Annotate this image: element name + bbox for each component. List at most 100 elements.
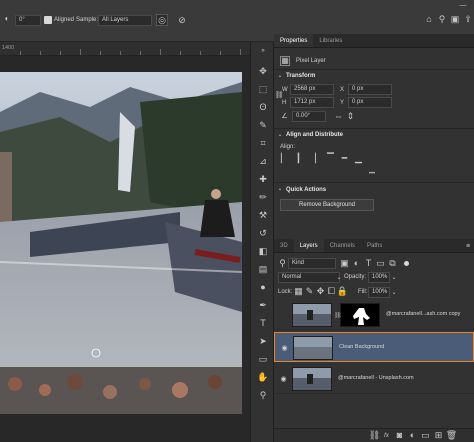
more-options-icon[interactable]: ••• bbox=[366, 171, 378, 177]
fx-icon[interactable]: fx bbox=[382, 431, 391, 440]
zoom-tool-icon[interactable]: ⚲ bbox=[256, 388, 270, 402]
angle-field[interactable]: 0° bbox=[15, 15, 41, 26]
lasso-tool-icon[interactable]: ʘ bbox=[256, 100, 270, 114]
layer-name[interactable]: Clean Background bbox=[339, 344, 384, 350]
tab-3d[interactable]: 3D bbox=[274, 239, 294, 252]
tab-libraries[interactable]: Libraries bbox=[313, 34, 348, 47]
ruler-tick bbox=[120, 51, 121, 55]
sample-select[interactable]: All Layers bbox=[98, 15, 152, 26]
adjustment-icon[interactable]: ◐ bbox=[408, 431, 417, 440]
align-center-h-icon[interactable]: ┃ bbox=[294, 154, 303, 163]
new-layer-icon[interactable]: ⊞ bbox=[434, 431, 443, 440]
home-icon[interactable]: ⌂ bbox=[424, 14, 434, 24]
layer-name[interactable]: @marcrafanell - Unsplash.com bbox=[338, 375, 414, 381]
mask-icon[interactable]: ◙ bbox=[395, 431, 404, 440]
workspace-icon[interactable]: ▣ bbox=[450, 14, 460, 24]
dodge-tool-icon[interactable]: ● bbox=[256, 280, 270, 294]
blend-mode-select[interactable]: Normal bbox=[278, 272, 340, 283]
align-left-icon[interactable]: ▏ bbox=[280, 154, 289, 163]
path-select-tool-icon[interactable]: ➤ bbox=[256, 334, 270, 348]
aligned-checkbox[interactable] bbox=[44, 16, 52, 24]
eraser-tool-icon[interactable]: ◧ bbox=[256, 244, 270, 258]
layer-row[interactable]: ⛓ @marcrafanell...ash.com copy bbox=[274, 300, 474, 330]
chevron-down-icon[interactable]: ⌄ bbox=[335, 272, 343, 283]
lock-position-icon[interactable]: ✥ bbox=[316, 287, 325, 296]
flip-vertical-icon[interactable]: ⇕ bbox=[346, 112, 355, 121]
fill-field[interactable]: 100% bbox=[368, 287, 390, 298]
filter-type-icon[interactable]: T bbox=[364, 259, 373, 268]
minimize-icon[interactable]: — bbox=[458, 1, 468, 9]
width-field[interactable]: 2568 px bbox=[290, 84, 334, 95]
quick-select-tool-icon[interactable]: ✎ bbox=[256, 118, 270, 132]
chevron-down-icon[interactable]: ⌄ bbox=[277, 131, 283, 139]
tab-layers[interactable]: Layers bbox=[293, 239, 324, 252]
lock-image-icon[interactable]: ✎ bbox=[305, 287, 314, 296]
layer-name[interactable]: @marcrafanell...ash.com copy bbox=[386, 311, 460, 317]
angle-icon: ∠ bbox=[281, 113, 288, 120]
flip-horizontal-icon[interactable]: ⇔ bbox=[334, 112, 343, 121]
group-icon[interactable]: ▭ bbox=[421, 431, 430, 440]
gradient-tool-icon[interactable]: ▤ bbox=[256, 262, 270, 276]
history-brush-tool-icon[interactable]: ↺ bbox=[256, 226, 270, 240]
lock-all-icon[interactable]: 🔒 bbox=[337, 287, 348, 296]
angle-field[interactable]: 0.00° bbox=[292, 111, 326, 122]
tab-channels[interactable]: Channels bbox=[324, 239, 361, 252]
search-icon[interactable]: ⚲ bbox=[437, 14, 447, 24]
height-field[interactable]: 1712 px bbox=[290, 97, 334, 108]
hand-tool-icon[interactable]: ✋ bbox=[256, 370, 270, 384]
crop-tool-icon[interactable]: ⌗ bbox=[256, 136, 270, 150]
layer-row-selected[interactable]: ◉ Clean Background bbox=[274, 332, 474, 362]
layers-bottom-bar: ⛓ fx ◙ ◐ ▭ ⊞ 🗑 bbox=[274, 428, 474, 442]
align-middle-v-icon[interactable]: ━ bbox=[340, 154, 349, 163]
filter-shape-icon[interactable]: ▭ bbox=[376, 259, 385, 268]
move-tool-icon[interactable]: ✥ bbox=[256, 64, 270, 78]
pressure-icon[interactable]: ⊘ bbox=[176, 14, 188, 26]
layer-row[interactable]: ◉ @marcrafanell - Unsplash.com bbox=[274, 364, 474, 394]
link-icon[interactable]: ⛓ bbox=[369, 431, 380, 440]
tab-paths[interactable]: Paths bbox=[361, 239, 388, 252]
filter-pixel-icon[interactable]: ▣ bbox=[340, 259, 349, 268]
divider bbox=[274, 182, 474, 183]
clone-stamp-tool-icon[interactable]: ⚒ bbox=[256, 208, 270, 222]
ignore-adjustments-icon[interactable]: ◎ bbox=[156, 14, 168, 26]
shape-tool-icon[interactable]: ▭ bbox=[256, 352, 270, 366]
type-tool-icon[interactable]: T bbox=[256, 316, 270, 330]
ruler-tick bbox=[160, 49, 161, 55]
filter-adjustment-icon[interactable]: ◐ bbox=[352, 259, 361, 268]
visibility-toggle[interactable] bbox=[279, 310, 288, 319]
lock-artboard-icon[interactable]: ⧠ bbox=[327, 287, 336, 296]
chevron-down-icon[interactable]: ⌄ bbox=[277, 185, 283, 193]
filter-smart-object-icon[interactable]: ⧉ bbox=[388, 259, 397, 268]
filter-toggle-icon[interactable] bbox=[404, 261, 409, 266]
document-photo[interactable] bbox=[0, 72, 242, 414]
collapse-icon[interactable]: » bbox=[256, 44, 270, 58]
trash-icon[interactable]: 🗑 bbox=[446, 431, 457, 440]
layer-mask-thumbnail[interactable] bbox=[340, 303, 380, 327]
x-field[interactable]: 0 px bbox=[348, 84, 392, 95]
y-field[interactable]: 0 px bbox=[348, 97, 392, 108]
eye-icon[interactable]: ◉ bbox=[280, 343, 289, 352]
align-right-icon[interactable]: ▕ bbox=[308, 154, 317, 163]
panel-menu-icon[interactable]: ≡ bbox=[464, 242, 472, 250]
eyedropper-tool-icon[interactable]: ⊿ bbox=[256, 154, 270, 168]
align-bottom-icon[interactable]: ▁ bbox=[354, 154, 363, 163]
divider bbox=[274, 128, 474, 129]
chevron-down-icon[interactable]: ⌄ bbox=[390, 272, 398, 283]
pen-tool-icon[interactable]: ✒ bbox=[256, 298, 270, 312]
brush-preset-icon[interactable]: ◐ bbox=[2, 14, 12, 24]
lock-transparent-icon[interactable]: ▦ bbox=[294, 287, 303, 296]
healing-tool-icon[interactable]: ✚ bbox=[256, 172, 270, 186]
brush-tool-icon[interactable]: ✏ bbox=[256, 190, 270, 204]
opacity-field[interactable]: 100% bbox=[368, 272, 390, 283]
transform-title: Transform bbox=[286, 73, 316, 79]
share-icon[interactable]: ⇪ bbox=[463, 14, 473, 24]
marquee-tool-icon[interactable]: ⬚ bbox=[256, 82, 270, 96]
mask-link-icon[interactable]: ⛓ bbox=[334, 312, 342, 319]
chevron-down-icon[interactable]: ⌄ bbox=[390, 287, 398, 298]
tab-properties[interactable]: Properties bbox=[274, 34, 314, 47]
align-top-icon[interactable]: ▔ bbox=[326, 154, 335, 163]
chevron-down-icon[interactable]: ⌄ bbox=[277, 72, 283, 80]
remove-background-button[interactable]: Remove Background bbox=[280, 199, 374, 211]
kind-filter-select[interactable]: Kind bbox=[288, 258, 336, 269]
eye-icon[interactable]: ◉ bbox=[279, 374, 288, 383]
